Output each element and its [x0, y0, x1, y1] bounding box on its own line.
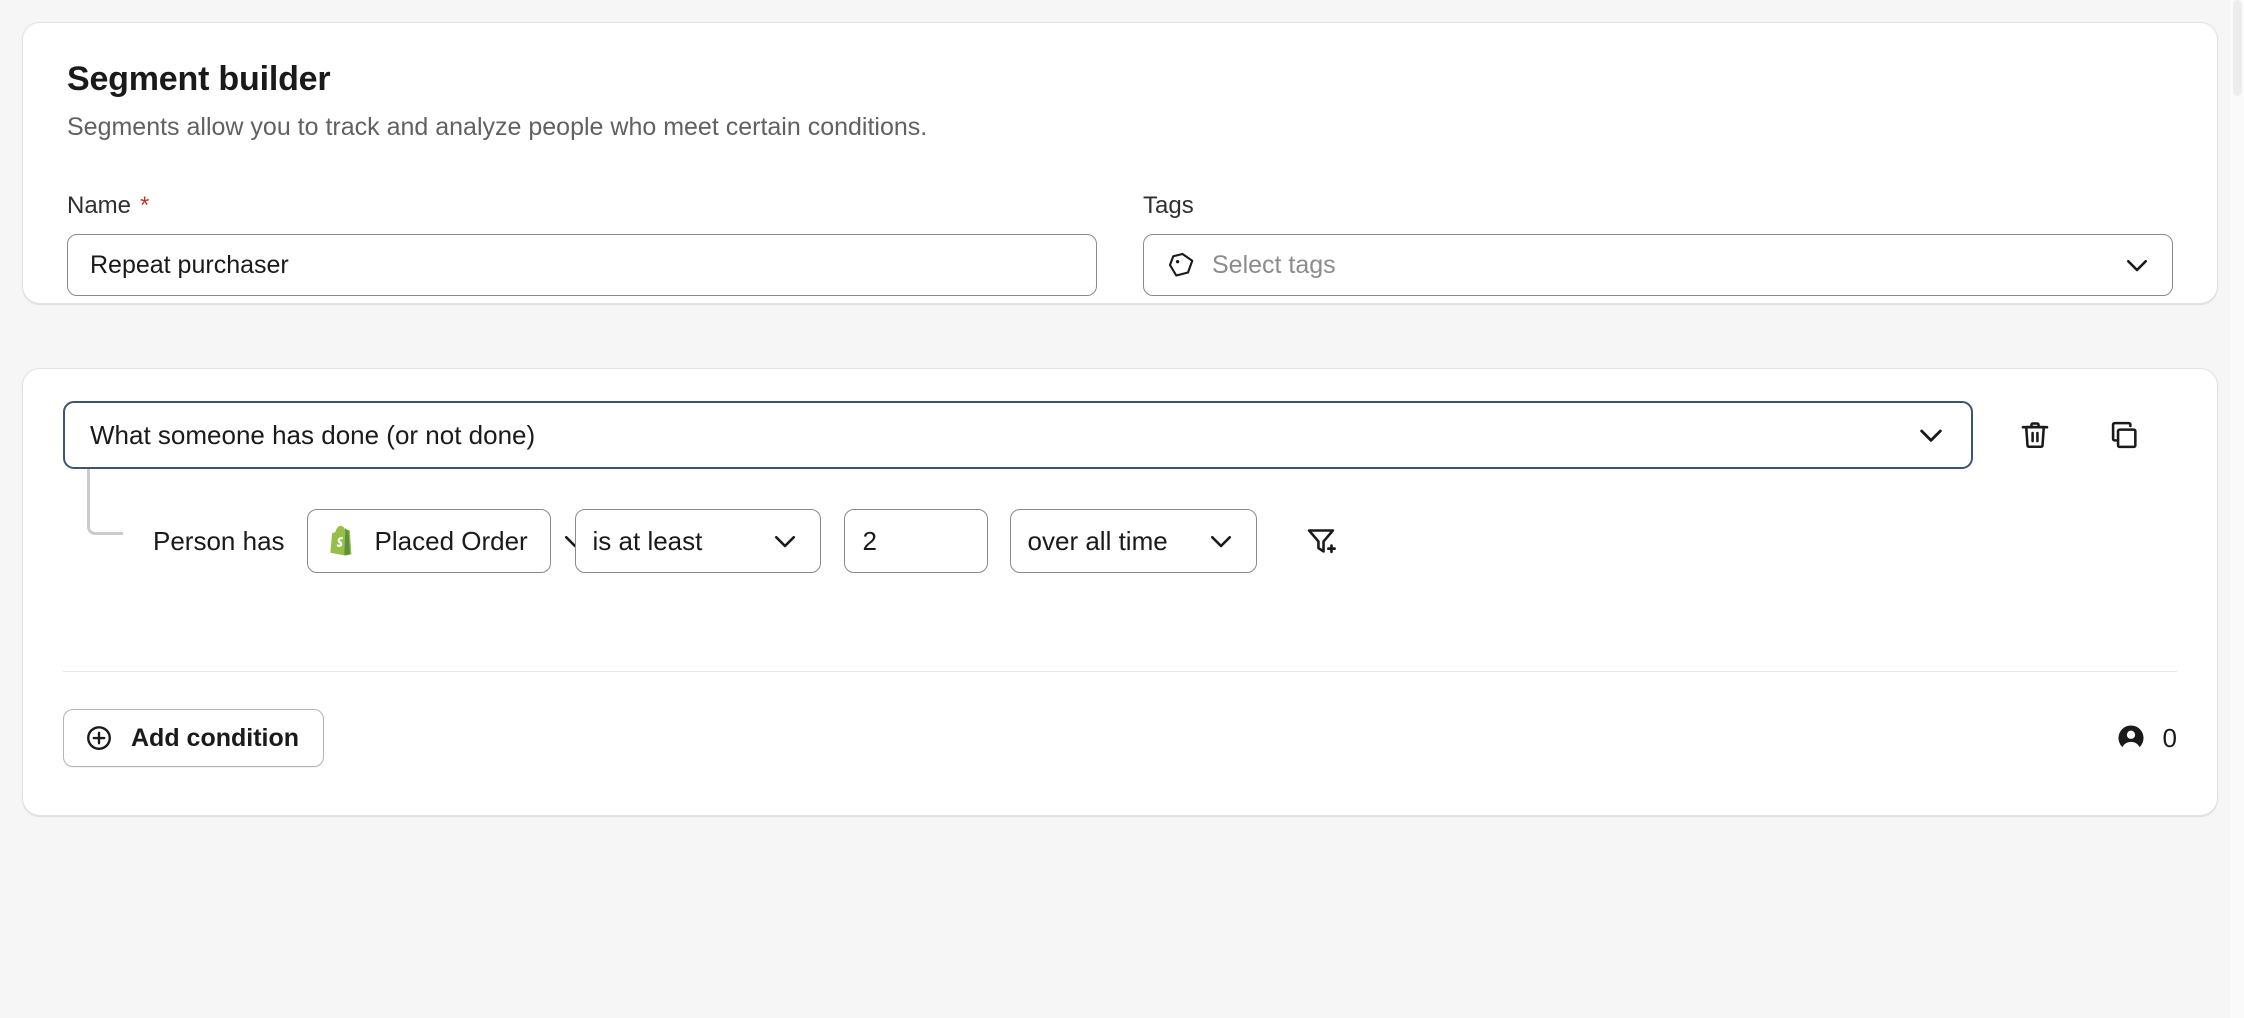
- tags-label: Tags: [1143, 192, 1194, 221]
- duplicate-condition-group-button[interactable]: [2093, 403, 2157, 467]
- condition-type-select[interactable]: What someone has done (or not done): [63, 401, 1973, 469]
- filter-add-icon: [1304, 524, 1338, 558]
- conditions-card: What someone has done (or not done): [22, 368, 2218, 816]
- name-label-wrap: Name *: [67, 192, 1097, 221]
- add-filter-button[interactable]: [1289, 509, 1353, 573]
- segment-builder-page: Segment builder Segments allow you to tr…: [0, 0, 2244, 1018]
- add-condition-button[interactable]: Add condition: [63, 709, 324, 767]
- tags-placeholder: Select tags: [1212, 251, 2106, 280]
- metric-select[interactable]: Placed Order: [307, 509, 551, 573]
- condition-connector-line: [87, 469, 123, 535]
- chevron-down-icon[interactable]: [1915, 419, 1947, 451]
- plus-circle-icon: [84, 723, 114, 753]
- conditions-footer: Add condition 0: [63, 709, 2177, 767]
- page-scrollbar-thumb[interactable]: [2233, 0, 2242, 96]
- delete-condition-group-button[interactable]: [2003, 403, 2067, 467]
- conditions-divider: [63, 671, 2177, 672]
- shopify-icon: [325, 524, 359, 558]
- condition-row: Person has Placed Order: [91, 469, 2177, 573]
- segment-fields-row: Name * Tags Select tags: [67, 192, 2173, 297]
- add-condition-label: Add condition: [131, 724, 299, 753]
- tags-label-wrap: Tags: [1143, 192, 2173, 221]
- count-input[interactable]: [844, 509, 988, 573]
- name-label: Name: [67, 192, 131, 221]
- people-count-value: 0: [2163, 723, 2177, 754]
- chevron-down-icon[interactable]: [2122, 250, 2152, 280]
- name-field-group: Name *: [67, 192, 1097, 297]
- operator-select[interactable]: is at least: [575, 509, 821, 573]
- chevron-down-icon[interactable]: [1206, 526, 1236, 556]
- condition-prefix-label: Person has: [153, 526, 285, 557]
- tags-field-group: Tags Select tags: [1143, 192, 2173, 297]
- segment-name-input[interactable]: [67, 234, 1097, 296]
- timeframe-select[interactable]: over all time: [1010, 509, 1257, 573]
- people-count: 0: [2115, 722, 2177, 754]
- chevron-down-icon[interactable]: [770, 526, 800, 556]
- page-scrollbar-track[interactable]: [2230, 0, 2244, 1018]
- tags-select[interactable]: Select tags: [1143, 234, 2173, 296]
- trash-icon: [2018, 418, 2052, 452]
- condition-type-value: What someone has done (or not done): [90, 420, 1915, 451]
- required-asterisk: *: [140, 194, 149, 218]
- timeframe-value: over all time: [1028, 526, 1188, 557]
- page-subtitle: Segments allow you to track and analyze …: [67, 111, 2173, 145]
- metric-value: Placed Order: [375, 526, 528, 557]
- segment-meta-card: Segment builder Segments allow you to tr…: [22, 22, 2218, 304]
- condition-group-header: What someone has done (or not done): [63, 401, 2177, 469]
- operator-value: is at least: [593, 526, 752, 557]
- duplicate-icon: [2108, 418, 2142, 452]
- page-title: Segment builder: [67, 59, 2173, 100]
- person-icon: [2115, 722, 2147, 754]
- condition-body: Person has Placed Order: [63, 469, 2177, 573]
- tag-icon: [1166, 250, 1196, 280]
